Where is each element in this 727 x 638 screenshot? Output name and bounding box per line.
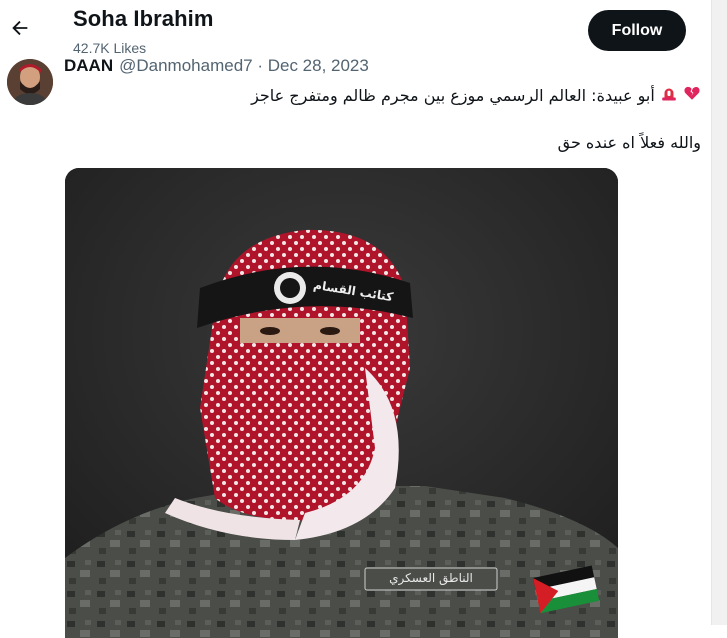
vertical-scrollbar[interactable] [711, 0, 727, 625]
author-name[interactable]: DAAN [64, 56, 113, 75]
back-button[interactable] [6, 14, 34, 42]
media-image [65, 168, 618, 638]
arrow-left-icon [12, 20, 28, 36]
tweet-header: DAAN @Danmohamed7 · Dec 28, 2023 [64, 56, 369, 76]
page-title: Soha Ibrahim [73, 6, 214, 31]
avatar[interactable] [7, 59, 53, 105]
profile-header: Soha Ibrahim 42.7K Likes Follow [0, 0, 712, 62]
likes-count: 42.7K Likes [73, 40, 147, 56]
tweet-text-line1: أبو عبيدة: العالم الرسمي موزع بين مجرم ظ… [251, 84, 701, 109]
tweet-media[interactable]: الناطق العسكري كتائب القسام [65, 168, 618, 638]
follow-button[interactable]: Follow [588, 10, 686, 51]
author-handle-and-date[interactable]: @Danmohamed7 · Dec 28, 2023 [119, 56, 369, 75]
media-badge-text: الناطق العسكري [389, 571, 473, 585]
tweet-text-main: أبو عبيدة: العالم الرسمي موزع بين مجرم ظ… [251, 86, 655, 105]
tweet-text-line2: والله فعلاً اه عنده حق [557, 133, 701, 152]
siren-icon [660, 84, 678, 109]
avatar-image [7, 59, 53, 105]
broken-heart-icon [683, 84, 701, 109]
